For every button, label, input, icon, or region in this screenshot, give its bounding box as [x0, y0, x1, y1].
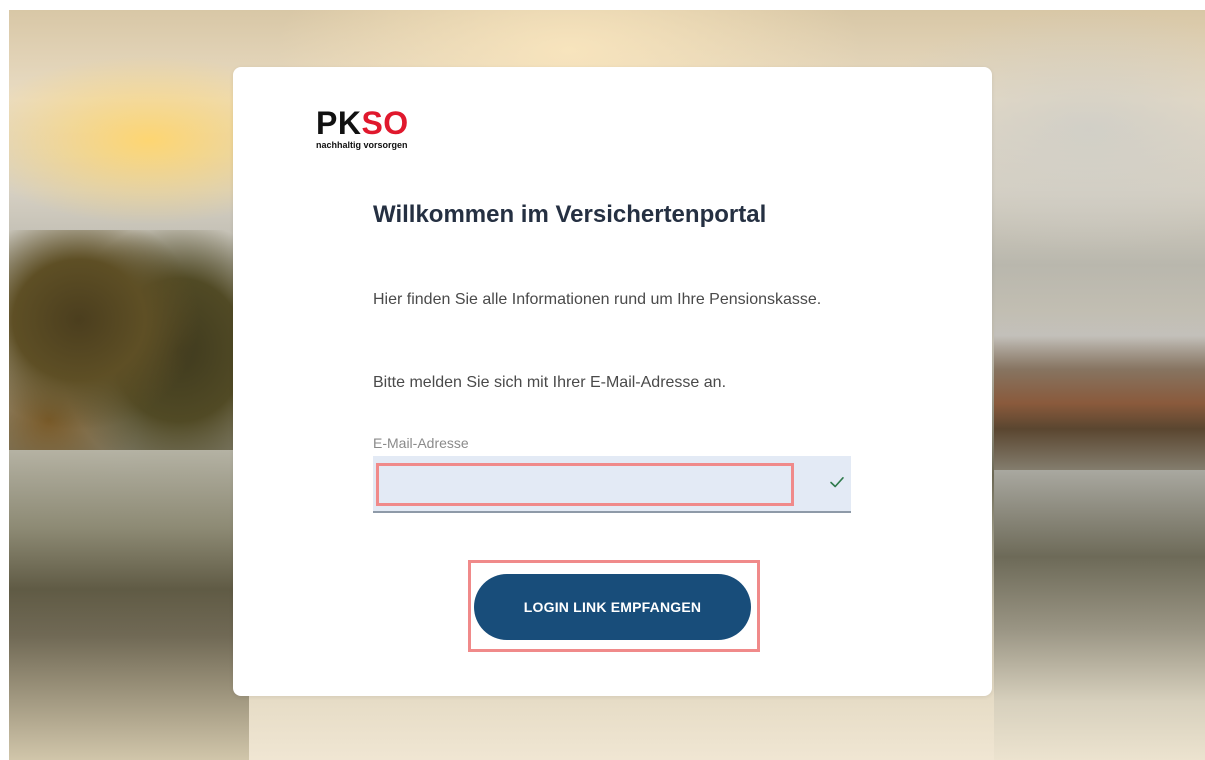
logo-tagline: nachhaltig vorsorgen: [316, 140, 408, 150]
intro-text: Hier finden Sie alle Informationen rund …: [373, 291, 822, 308]
page: PKSO nachhaltig vorsorgen Willkommen im …: [0, 0, 1205, 760]
instruction-text: Bitte melden Sie sich mit Ihrer E-Mail-A…: [373, 374, 727, 391]
login-card: PKSO nachhaltig vorsorgen Willkommen im …: [233, 67, 992, 696]
email-label: E-Mail-Adresse: [373, 435, 469, 451]
page-title: Willkommen im Versichertenportal: [373, 201, 767, 228]
background-water-left: [9, 450, 249, 760]
background-water-right: [994, 470, 1205, 760]
logo-letters-red: SO: [361, 105, 409, 141]
email-field[interactable]: [373, 456, 813, 511]
email-field-container: [373, 456, 851, 513]
login-link-button[interactable]: LOGIN LINK EMPFANGEN: [474, 574, 751, 640]
background-town: [994, 310, 1205, 480]
logo-wordmark: PKSO: [316, 107, 409, 139]
logo-letters-black: PK: [316, 105, 362, 141]
pkso-logo: PKSO nachhaltig vorsorgen: [316, 107, 446, 150]
background-trees: [9, 230, 249, 480]
check-icon: [830, 477, 844, 488]
